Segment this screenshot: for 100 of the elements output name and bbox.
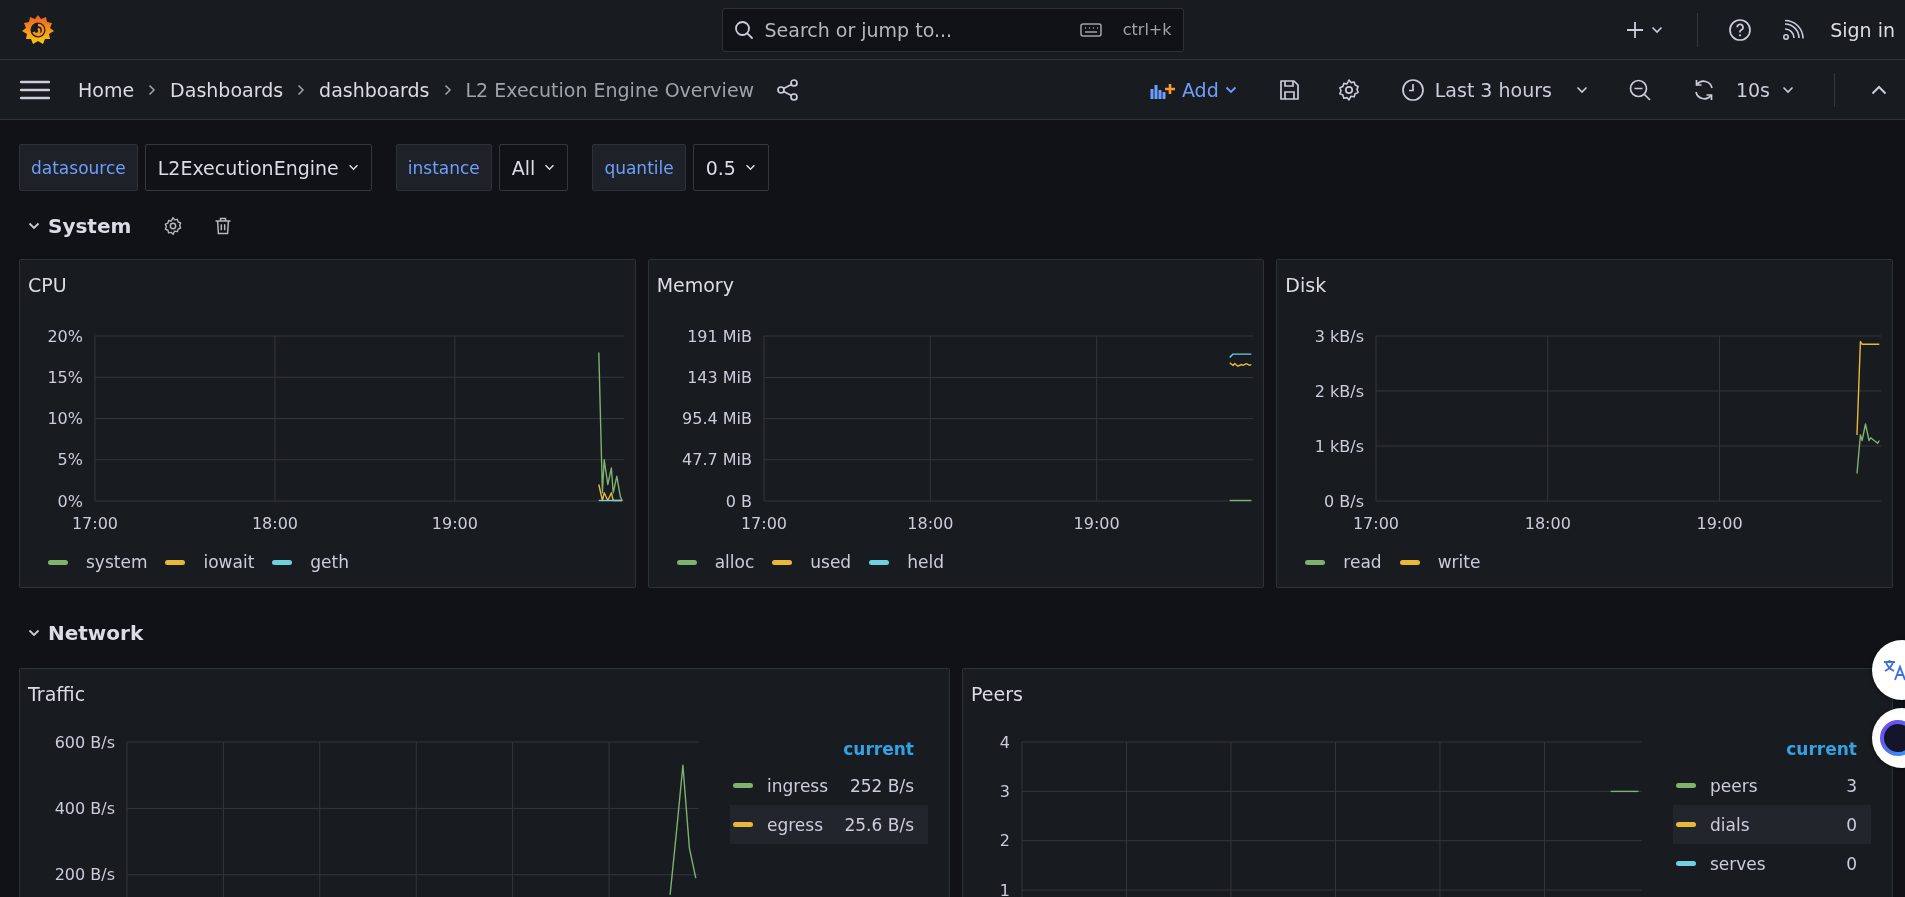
caret-icon [544,164,556,171]
variable-dropdown[interactable]: All [498,144,569,191]
caret-icon [1224,85,1237,94]
axis-tick-label: 18:00 [906,514,954,533]
axis-tick-label: 0 B [725,491,752,511]
settings-icon[interactable] [163,216,184,236]
time-range-picker[interactable]: Last 3 hours [1396,73,1592,106]
panel-title: Peers [970,682,1023,707]
axis-tick-label: 0 B/s [1324,491,1365,511]
axis-tick-label: 20% [47,326,83,346]
axis-tick-label: 18:00 [251,514,298,533]
axis-tick-label: 5% [57,450,83,470]
legend-label[interactable]: system [86,552,148,572]
axis-tick-label: 10% [47,409,83,428]
legend-value: 3 [1846,775,1857,796]
axis-tick-label: 19:00 [1696,514,1743,533]
row-title[interactable]: Network [48,621,144,645]
caret-icon [744,164,756,171]
shortcut-hint: ctrl+k [1122,19,1172,39]
axis-tick-label: 19:00 [431,514,478,533]
chevron-down-icon[interactable] [28,629,40,637]
variable-dropdown[interactable]: 0.5 [692,144,769,191]
caret-icon [1575,85,1588,94]
chevron-right-icon [297,83,306,96]
axis-tick-label: 2 [999,831,1010,851]
chevron-down-icon[interactable] [28,222,40,230]
panel-title: CPU [27,273,67,298]
legend-label[interactable]: egress [767,814,831,835]
legend-label[interactable]: iowait [203,552,255,572]
legend-column-header[interactable]: current [1786,728,1871,766]
chart-line [1228,362,1252,367]
legend-column-header[interactable]: current [843,728,928,766]
legend-label[interactable]: peers [1710,775,1833,796]
axis-tick-label: 17:00 [1353,514,1400,533]
legend-label[interactable]: alloc [714,552,755,572]
menu-icon[interactable] [20,78,50,101]
zoom-out-icon[interactable] [1627,77,1652,102]
caret-icon [1782,85,1794,94]
breadcrumb-link[interactable]: Home [78,78,135,101]
refresh-button[interactable]: 10s [1687,73,1798,106]
legend-label[interactable]: ingress [767,775,836,796]
axis-tick-label: 19:00 [1073,514,1120,533]
chart-line [1228,353,1252,359]
axis-tick-label: 200 B/s [54,865,115,885]
caret-icon [347,164,359,171]
axis-tick-label: 0% [57,491,83,511]
chart-line [1610,790,1640,793]
axis-tick-label: 47.7 MiB [681,450,752,470]
sign-in-link[interactable]: Sign in [1830,18,1895,41]
legend-label[interactable]: geth [310,552,349,572]
axis-tick-label: 17:00 [71,514,119,533]
panel-title: Disk [1284,273,1327,298]
trash-icon[interactable] [213,216,234,236]
variable-label: instance [395,144,492,191]
breadcrumb-link[interactable]: Dashboards [170,78,284,101]
chevron-right-icon [443,83,452,96]
caret-icon [1651,25,1664,34]
axis-tick-label: 18:00 [1525,514,1572,533]
clock-icon [1400,77,1425,102]
add-button[interactable]: Add [1145,74,1241,105]
chevron-right-icon [148,83,157,96]
row-title[interactable]: System [48,214,132,238]
legend-label[interactable]: dials [1710,814,1833,835]
breadcrumb-link[interactable]: dashboards [319,78,430,101]
panel-title: Traffic [27,682,86,707]
legend-label[interactable]: held [907,552,944,572]
help-icon[interactable] [1728,17,1753,42]
keyboard-icon [1079,21,1102,38]
rss-icon[interactable] [1782,18,1805,41]
axis-tick-label: 1 kB/s [1315,436,1365,456]
axis-tick-label: 2 kB/s [1315,381,1365,401]
axis-tick-label: 3 kB/s [1315,326,1365,346]
axis-tick-label: 600 B/s [54,732,115,752]
legend-label[interactable]: serves [1710,853,1833,874]
row-header[interactable]: System [19,203,256,249]
legend-value: 25.6 B/s [844,814,914,835]
axis-tick-label: 95.4 MiB [681,409,752,429]
axis-tick-label: 1 [999,880,1010,897]
search-icon [733,19,754,40]
variable-label: datasource [19,144,138,191]
axis-tick-label: 17:00 [740,514,787,533]
legend-value: 0 [1846,853,1857,874]
plus-icon [1625,19,1646,40]
translate-icon [1882,658,1905,682]
chart-line [1228,499,1252,502]
chevron-up-icon[interactable] [1871,84,1887,95]
axis-tick-label: 4 [999,732,1010,752]
legend-label[interactable]: used [810,552,852,572]
legend-label[interactable]: read [1343,552,1382,572]
row-header[interactable]: Network [19,609,168,657]
axis-tick-label: 400 B/s [54,798,115,818]
share-icon[interactable] [776,77,801,102]
settings-icon[interactable] [1336,77,1361,102]
axis-tick-label: 3 [999,781,1010,801]
breadcrumb-link[interactable]: L2 Execution Engine Overview [465,78,755,101]
legend-label[interactable]: write [1437,552,1481,572]
panel-title: Memory [655,273,734,298]
axis-tick-label: 191 MiB [686,326,752,346]
variable-dropdown[interactable]: L2ExecutionEngine [144,144,372,191]
axis-tick-label: 15% [47,367,83,387]
